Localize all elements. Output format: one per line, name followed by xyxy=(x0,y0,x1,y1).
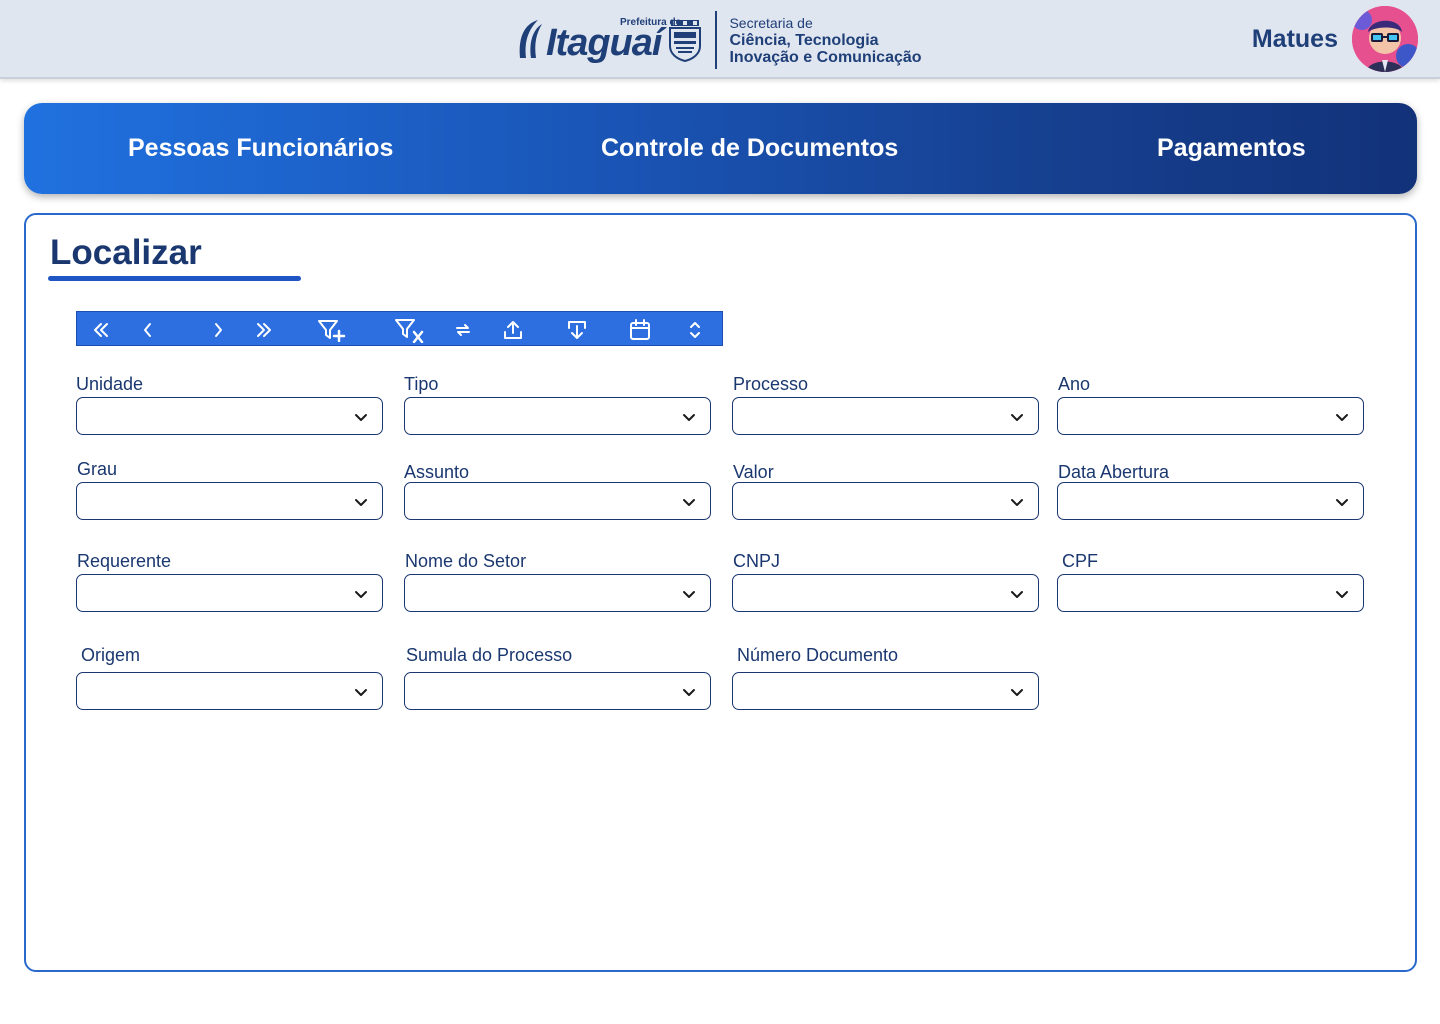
main-nav: Pessoas Funcionários Controle de Documen… xyxy=(24,103,1417,194)
logo-divider xyxy=(715,11,718,69)
tipo-select[interactable] xyxy=(404,397,711,435)
refresh-icon[interactable] xyxy=(447,312,479,347)
sumula-do-processo-select[interactable] xyxy=(404,672,711,710)
chevron-down-icon xyxy=(1011,414,1023,421)
origem-select[interactable] xyxy=(76,672,383,710)
prefeitura-logo[interactable]: Prefeitura de Itaguaí Secretaria de Ciên… xyxy=(516,10,922,70)
nome-do-setor-select[interactable] xyxy=(404,574,711,612)
sail-logo-icon xyxy=(519,20,542,58)
cnpj-select[interactable] xyxy=(732,574,1039,612)
label-ano: Ano xyxy=(1058,374,1091,394)
label-cpf: CPF xyxy=(1062,551,1098,571)
secretaria-name: Secretaria de Ciência, Tecnologia Inovaç… xyxy=(729,15,921,66)
grau-select[interactable] xyxy=(76,482,383,520)
secretaria-line-2: Ciência, Tecnologia xyxy=(729,31,879,49)
chevron-down-icon xyxy=(355,414,367,421)
chevron-down-icon xyxy=(683,689,695,696)
label-sumula-do-processo: Sumula do Processo xyxy=(406,645,573,665)
user-name: Matues xyxy=(1251,24,1338,53)
user-avatar-icon xyxy=(1352,6,1418,72)
label-processo: Processo xyxy=(733,374,809,394)
filter-add-icon[interactable] xyxy=(317,312,349,347)
assunto-select[interactable] xyxy=(404,482,711,520)
calendar-icon[interactable] xyxy=(624,312,656,347)
secretaria-line-1: Secretaria de xyxy=(729,14,813,31)
label-tipo: Tipo xyxy=(404,374,439,394)
ano-select[interactable] xyxy=(1057,397,1364,435)
data-abertura-select[interactable] xyxy=(1057,482,1364,520)
tab-controle-documentos[interactable]: Controle de Documentos xyxy=(601,103,898,194)
chevron-down-icon xyxy=(1336,591,1348,598)
first-page-icon[interactable] xyxy=(85,312,117,347)
unidade-select[interactable] xyxy=(76,397,383,435)
label-assunto: Assunto xyxy=(404,462,470,482)
label-grau: Grau xyxy=(77,459,118,479)
valor-select[interactable] xyxy=(732,482,1039,520)
title-underline xyxy=(48,276,301,281)
tab-pagamentos[interactable]: Pagamentos xyxy=(1157,103,1306,194)
filter-clear-icon[interactable] xyxy=(394,312,426,347)
label-requerente: Requerente xyxy=(77,551,172,571)
expand-collapse-icon[interactable] xyxy=(679,312,711,347)
logo-wordmark: Prefeitura de Itaguaí xyxy=(546,13,681,67)
last-page-icon[interactable] xyxy=(248,312,280,347)
chevron-down-icon xyxy=(1011,689,1023,696)
label-unidade: Unidade xyxy=(76,374,144,394)
label-cnpj: CNPJ xyxy=(733,551,781,571)
next-icon[interactable] xyxy=(202,312,234,347)
upload-icon[interactable] xyxy=(497,312,529,347)
requerente-select[interactable] xyxy=(76,574,383,612)
previous-icon[interactable] xyxy=(132,312,164,347)
numero-documento-select[interactable] xyxy=(732,672,1039,710)
label-nome-do-setor: Nome do Setor xyxy=(405,551,527,571)
label-numero-documento: Número Documento xyxy=(737,645,899,665)
cpf-select[interactable] xyxy=(1057,574,1364,612)
label-valor: Valor xyxy=(733,462,774,482)
chevron-down-icon xyxy=(683,414,695,421)
app-header: Prefeitura de Itaguaí Secretaria de Ciên… xyxy=(0,0,1440,79)
chevron-down-icon xyxy=(355,499,367,506)
secretaria-line-3: Inovação e Comunicação xyxy=(729,48,922,66)
tab-pessoas-funcionarios[interactable]: Pessoas Funcionários xyxy=(128,103,393,194)
chevron-down-icon xyxy=(683,499,695,506)
chevron-down-icon xyxy=(1011,499,1023,506)
chevron-down-icon xyxy=(1011,591,1023,598)
search-panel: Localizar Unidade Tipo Processo Ano Grau… xyxy=(24,213,1417,972)
page-title: Localizar xyxy=(50,233,202,272)
logo-prefix: Prefeitura de xyxy=(620,17,682,28)
avatar[interactable] xyxy=(1352,6,1418,72)
label-data-abertura: Data Abertura xyxy=(1058,462,1170,482)
chevron-down-icon xyxy=(1336,499,1348,506)
user-menu[interactable]: Matues xyxy=(1252,6,1418,72)
processo-select[interactable] xyxy=(732,397,1039,435)
chevron-down-icon xyxy=(683,591,695,598)
record-toolbar xyxy=(76,311,723,346)
chevron-down-icon xyxy=(1336,414,1348,421)
chevron-down-icon xyxy=(355,591,367,598)
label-origem: Origem xyxy=(81,645,141,665)
download-icon[interactable] xyxy=(561,312,593,347)
chevron-down-icon xyxy=(355,689,367,696)
